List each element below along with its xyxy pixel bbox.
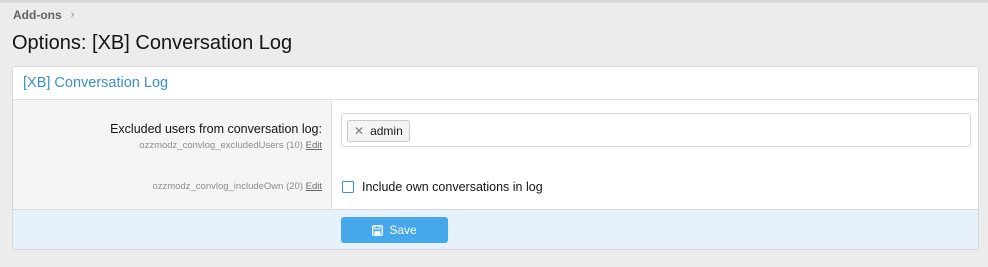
option-control-column: Include own conversations in log	[332, 164, 978, 209]
checkbox-label: Include own conversations in log	[362, 180, 543, 194]
chevron-right-icon: ›	[70, 9, 75, 21]
top-border	[0, 0, 988, 3]
option-label: Excluded users from conversation log:	[110, 122, 322, 136]
edit-link[interactable]: Edit	[306, 140, 322, 151]
option-id: ozzmodz_convlog_includeOwn (20)	[152, 181, 303, 192]
option-control-column: ✕ admin	[332, 100, 978, 164]
option-row-excluded-users: Excluded users from conversation log: oz…	[13, 100, 978, 164]
save-button[interactable]: Save	[341, 217, 448, 243]
include-own-checkbox-row[interactable]: Include own conversations in log	[342, 180, 543, 194]
excluded-users-input[interactable]: ✕ admin	[341, 113, 971, 147]
option-label-column: Excluded users from conversation log: oz…	[13, 100, 332, 164]
option-row-include-own: ozzmodz_convlog_includeOwn (20) Edit Inc…	[13, 164, 978, 210]
option-label-column: ozzmodz_convlog_includeOwn (20) Edit	[13, 164, 332, 209]
breadcrumb-item-add-ons[interactable]: Add-ons	[13, 8, 62, 22]
include-own-checkbox[interactable]	[342, 181, 354, 193]
user-token: ✕ admin	[347, 120, 410, 142]
edit-link[interactable]: Edit	[306, 181, 322, 192]
breadcrumb: Add-ons ›	[13, 8, 74, 22]
options-panel: [XB] Conversation Log Excluded users fro…	[12, 66, 979, 250]
option-hint: ozzmodz_convlog_excludedUsers (10) Edit	[13, 140, 322, 151]
token-label: admin	[370, 124, 403, 138]
save-label: Save	[389, 223, 417, 237]
floppy-disk-icon	[372, 224, 384, 236]
option-id: ozzmodz_convlog_excludedUsers (10)	[139, 140, 303, 151]
option-hint: ozzmodz_convlog_includeOwn (20) Edit	[13, 164, 322, 192]
panel-header: [XB] Conversation Log	[13, 67, 978, 100]
page-title: Options: [XB] Conversation Log	[12, 32, 293, 54]
close-icon[interactable]: ✕	[354, 124, 364, 138]
form-footer: Save	[13, 210, 978, 249]
